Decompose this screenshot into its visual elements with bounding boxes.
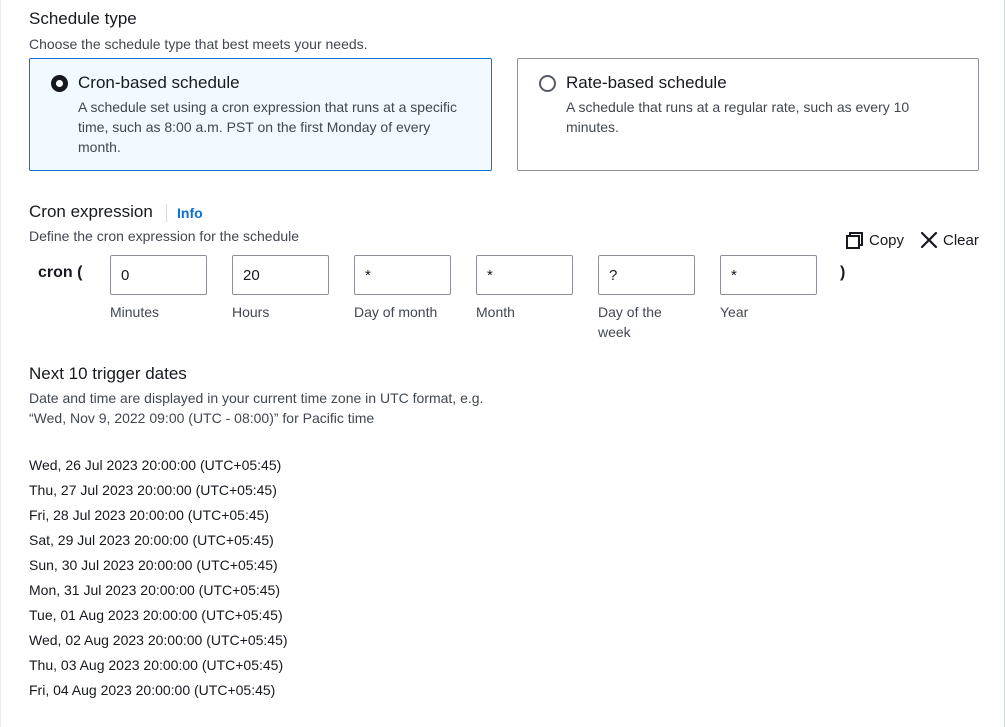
- cron-based-radio[interactable]: [51, 75, 68, 92]
- trigger-dates-title: Next 10 trigger dates: [29, 364, 187, 383]
- copy-button[interactable]: Copy: [845, 229, 904, 251]
- minutes-field[interactable]: [110, 255, 207, 295]
- list-item: Mon, 31 Jul 2023 20:00:00 (UTC+05:45): [29, 582, 280, 598]
- month-label: Month: [476, 304, 515, 320]
- cron-expression-title: Cron expression: [29, 202, 153, 221]
- cron-suffix: ): [840, 264, 846, 281]
- list-item: Wed, 02 Aug 2023 20:00:00 (UTC+05:45): [29, 632, 288, 648]
- cron-prefix: cron (: [38, 264, 83, 281]
- info-link[interactable]: Info: [166, 204, 203, 222]
- schedule-type-title: Schedule type: [29, 9, 137, 28]
- list-item: Sat, 29 Jul 2023 20:00:00 (UTC+05:45): [29, 532, 274, 548]
- cron-based-schedule-tile[interactable]: Cron-based schedule A schedule set using…: [29, 58, 492, 171]
- rate-based-radio[interactable]: [539, 75, 556, 92]
- list-item: Thu, 03 Aug 2023 20:00:00 (UTC+05:45): [29, 657, 284, 673]
- list-item: Fri, 04 Aug 2023 20:00:00 (UTC+05:45): [29, 682, 276, 698]
- minutes-label: Minutes: [110, 304, 160, 320]
- day-of-week-field[interactable]: [598, 255, 695, 295]
- copy-label: Copy: [869, 231, 905, 249]
- cron-based-description: A schedule set using a cron expression t…: [78, 99, 457, 155]
- hours-label: Hours: [232, 304, 270, 320]
- year-field[interactable]: [720, 255, 817, 295]
- rate-based-schedule-tile[interactable]: Rate-based schedule A schedule that runs…: [517, 58, 979, 171]
- cron-expression-description: Define the cron expression for the sched…: [29, 228, 300, 244]
- month-field[interactable]: [476, 255, 573, 295]
- rate-based-label: Rate-based schedule: [566, 73, 727, 92]
- rate-based-description: A schedule that runs at a regular rate, …: [566, 99, 910, 135]
- list-item: Tue, 01 Aug 2023 20:00:00 (UTC+05:45): [29, 607, 283, 623]
- schedule-panel: Schedule type Choose the schedule type t…: [0, 0, 1005, 727]
- list-item: Fri, 28 Jul 2023 20:00:00 (UTC+05:45): [29, 507, 270, 523]
- trigger-dates-description: Date and time are displayed in your curr…: [29, 390, 484, 426]
- day-of-month-label: Day of month: [354, 304, 438, 320]
- clear-button[interactable]: Clear: [920, 229, 979, 251]
- schedule-type-description: Choose the schedule type that best meets…: [29, 36, 368, 52]
- day-of-week-label: Day of the week: [598, 304, 662, 340]
- close-icon: [920, 231, 938, 249]
- hours-field[interactable]: [232, 255, 329, 295]
- day-of-month-field[interactable]: [354, 255, 451, 295]
- clear-label: Clear: [943, 231, 979, 249]
- list-item: Wed, 26 Jul 2023 20:00:00 (UTC+05:45): [29, 457, 282, 473]
- list-item: Sun, 30 Jul 2023 20:00:00 (UTC+05:45): [29, 557, 278, 573]
- year-label: Year: [720, 304, 749, 320]
- copy-icon: [845, 231, 864, 250]
- cron-based-label: Cron-based schedule: [78, 73, 240, 92]
- trigger-date-list: Wed, 26 Jul 2023 20:00:00 (UTC+05:45) Th…: [29, 453, 288, 703]
- list-item: Thu, 27 Jul 2023 20:00:00 (UTC+05:45): [29, 482, 277, 498]
